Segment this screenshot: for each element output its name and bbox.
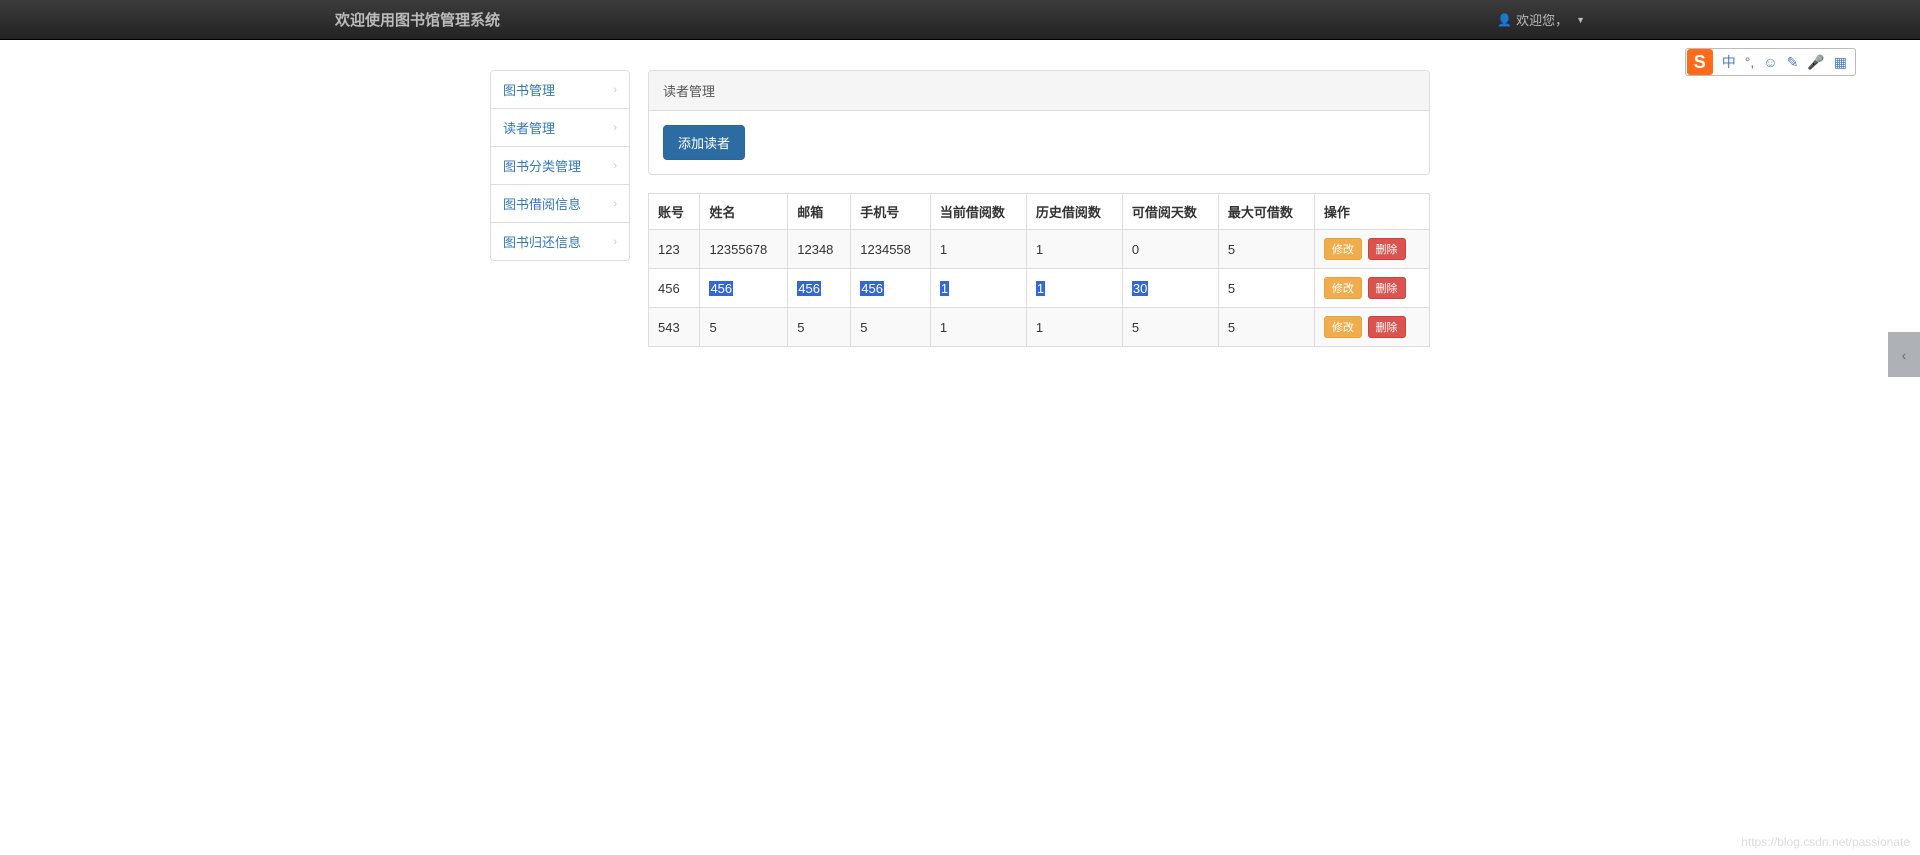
th-name: 姓名 (700, 194, 788, 230)
sidebar-item-label: 图书借阅信息 (503, 194, 581, 213)
panel-heading: 读者管理 (649, 71, 1429, 111)
cell-name: 12355678 (700, 230, 788, 269)
cell-current: 1 (930, 269, 1026, 308)
ime-keyboard-icon[interactable]: ▦ (1834, 54, 1847, 71)
delete-button[interactable]: 删除 (1368, 277, 1406, 299)
cell-history: 1 (1026, 230, 1122, 269)
th-current-borrow: 当前借阅数 (930, 194, 1026, 230)
th-account: 账号 (649, 194, 700, 230)
edit-button[interactable]: 修改 (1324, 277, 1362, 299)
sidebar: 图书管理 › 读者管理 › 图书分类管理 › 图书借阅信息 › 图书归还信息 › (490, 70, 630, 261)
sidebar-item-return-info[interactable]: 图书归还信息 › (491, 223, 629, 260)
cell-current: 1 (930, 230, 1026, 269)
cell-name: 456 (700, 269, 788, 308)
side-collapse-tab[interactable]: ‹ (1888, 332, 1920, 377)
cell-phone: 1234558 (851, 230, 931, 269)
sidebar-item-label: 图书归还信息 (503, 232, 581, 251)
sidebar-item-reader-manage[interactable]: 读者管理 › (491, 109, 629, 147)
chevron-right-icon: › (613, 236, 617, 248)
cell-ops: 修改 删除 (1314, 269, 1429, 308)
add-reader-button[interactable]: 添加读者 (663, 125, 745, 160)
delete-button[interactable]: 删除 (1368, 316, 1406, 338)
cell-account: 543 (649, 308, 700, 347)
sidebar-item-category-manage[interactable]: 图书分类管理 › (491, 147, 629, 185)
edit-button[interactable]: 修改 (1324, 316, 1362, 338)
ime-punct-icon[interactable]: °, (1745, 54, 1755, 70)
th-phone: 手机号 (851, 194, 931, 230)
panel-reader-manage: 读者管理 添加读者 (648, 70, 1430, 175)
edit-button[interactable]: 修改 (1324, 238, 1362, 260)
app-title: 欢迎使用图书馆管理系统 (335, 9, 500, 30)
th-borrow-days: 可借阅天数 (1122, 194, 1218, 230)
chevron-right-icon: › (613, 198, 617, 210)
cell-phone: 5 (851, 308, 931, 347)
delete-button[interactable]: 删除 (1368, 238, 1406, 260)
sidebar-item-book-manage[interactable]: 图书管理 › (491, 71, 629, 109)
chevron-right-icon: › (613, 84, 617, 96)
th-ops: 操作 (1314, 194, 1429, 230)
ime-eraser-icon[interactable]: ✎ (1787, 54, 1799, 71)
cell-ops: 修改 删除 (1314, 230, 1429, 269)
chevron-down-icon: ▼ (1576, 15, 1585, 25)
cell-max: 5 (1218, 230, 1314, 269)
main-container: 图书管理 › 读者管理 › 图书分类管理 › 图书借阅信息 › 图书归还信息 ›… (490, 70, 1430, 347)
welcome-text: 欢迎您， (1516, 10, 1568, 29)
cell-email: 5 (788, 308, 851, 347)
ime-emoji-icon[interactable]: ☺ (1763, 54, 1777, 70)
table-header-row: 账号 姓名 邮箱 手机号 当前借阅数 历史借阅数 可借阅天数 最大可借数 操作 (649, 194, 1430, 230)
sidebar-item-borrow-info[interactable]: 图书借阅信息 › (491, 185, 629, 223)
cell-current: 1 (930, 308, 1026, 347)
chevron-right-icon: › (613, 122, 617, 134)
cell-email: 456 (788, 269, 851, 308)
ime-toolbar: S 中 °, ☺ ✎ 🎤 ▦ (1685, 48, 1856, 76)
cell-history: 1 (1026, 269, 1122, 308)
cell-max: 5 (1218, 269, 1314, 308)
cell-days: 30 (1122, 269, 1218, 308)
user-menu[interactable]: 👤 欢迎您， ▼ (1497, 10, 1585, 29)
cell-max: 5 (1218, 308, 1314, 347)
cell-name: 5 (700, 308, 788, 347)
main-content: 读者管理 添加读者 账号 姓名 邮箱 手机号 当前借阅数 历史借阅数 可借阅天数… (648, 70, 1430, 347)
user-icon: 👤 (1497, 13, 1512, 27)
sidebar-item-label: 读者管理 (503, 118, 555, 137)
table-row: 123 12355678 12348 1234558 1 1 0 5 修改 删除 (649, 230, 1430, 269)
ime-lang-button[interactable]: 中 (1722, 52, 1736, 72)
cell-account: 123 (649, 230, 700, 269)
th-max-borrow: 最大可借数 (1218, 194, 1314, 230)
cell-days: 0 (1122, 230, 1218, 269)
cell-days: 5 (1122, 308, 1218, 347)
chevron-left-icon: ‹ (1902, 347, 1907, 363)
cell-email: 12348 (788, 230, 851, 269)
readers-table: 账号 姓名 邮箱 手机号 当前借阅数 历史借阅数 可借阅天数 最大可借数 操作 … (648, 193, 1430, 347)
cell-phone: 456 (851, 269, 931, 308)
chevron-right-icon: › (613, 160, 617, 172)
table-row: 543 5 5 5 1 1 5 5 修改 删除 (649, 308, 1430, 347)
cell-account: 456 (649, 269, 700, 308)
navbar: 欢迎使用图书馆管理系统 👤 欢迎您， ▼ (0, 0, 1920, 40)
cell-ops: 修改 删除 (1314, 308, 1429, 347)
sidebar-item-label: 图书分类管理 (503, 156, 581, 175)
cell-history: 1 (1026, 308, 1122, 347)
sidebar-item-label: 图书管理 (503, 80, 555, 99)
th-email: 邮箱 (788, 194, 851, 230)
th-history-borrow: 历史借阅数 (1026, 194, 1122, 230)
ime-logo-icon[interactable]: S (1687, 49, 1713, 75)
table-row: 456 456 456 456 1 1 30 5 修改 删除 (649, 269, 1430, 308)
watermark: https://blog.csdn.net/passionate (1741, 835, 1910, 849)
ime-mic-icon[interactable]: 🎤 (1807, 54, 1824, 71)
